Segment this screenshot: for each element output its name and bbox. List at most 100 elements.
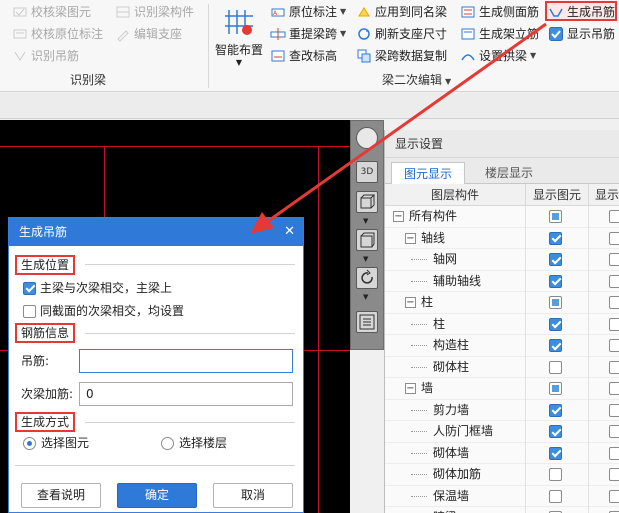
generate-erection-rebar-button[interactable]: 生成架立筋 (460, 24, 539, 44)
show-element-checkbox[interactable] (549, 425, 562, 438)
tab-floor-display[interactable]: 楼层显示 (473, 162, 545, 184)
identify-hanger-label: 识别吊筋 (31, 49, 80, 63)
rotate-caret-icon[interactable]: ▼ (363, 293, 368, 301)
tree-row[interactable]: − 柱 (385, 292, 619, 314)
edit-support-button[interactable]: 编辑支座 (115, 24, 182, 44)
show-element-checkbox[interactable] (549, 274, 562, 288)
tab-element-display[interactable]: 图元显示 (391, 162, 466, 184)
edit-support-icon (115, 26, 131, 42)
show-name-checkbox[interactable] (609, 425, 619, 438)
collapse-toggle-icon[interactable]: − (405, 383, 416, 394)
show-element-checkbox[interactable] (549, 382, 562, 395)
show-name-checkbox[interactable] (609, 274, 619, 288)
box-view-icon[interactable] (356, 229, 378, 251)
cube-view-icon[interactable] (356, 191, 378, 213)
set-arch-beam-button[interactable]: 设置拱梁 ▼ (460, 46, 536, 66)
ok-button[interactable]: 确定 (117, 483, 197, 508)
axis-line (0, 146, 350, 147)
box-view-caret-icon[interactable]: ▼ (363, 255, 368, 263)
show-element-checkbox[interactable] (549, 296, 562, 309)
group-expand-icon[interactable]: ▼ (445, 77, 451, 86)
tree-row[interactable]: 砌体加筋 (385, 464, 619, 486)
checkbox-checked-icon (548, 26, 564, 42)
show-element-checkbox[interactable] (549, 231, 562, 245)
show-name-checkbox[interactable] (609, 231, 619, 245)
smart-layout-button[interactable]: 智能布置 ▼ (213, 4, 265, 68)
view-3d-button[interactable]: 3D (356, 161, 378, 183)
show-name-checkbox[interactable] (609, 382, 619, 395)
refresh-support-size-button[interactable]: 刷新支座尺寸 (356, 24, 447, 44)
show-element-checkbox[interactable] (549, 446, 562, 460)
show-element-checkbox[interactable] (549, 210, 562, 223)
radio-select-element-label: 选择图元 (41, 436, 90, 450)
collapse-toggle-icon[interactable]: − (405, 232, 416, 244)
show-name-checkbox[interactable] (609, 339, 619, 352)
check-elevation-button[interactable]: 查改标高 (270, 46, 337, 66)
show-name-checkbox[interactable] (609, 317, 619, 331)
tree-row[interactable]: − 所有构件 (385, 206, 619, 228)
tree-row[interactable]: 构造柱 (385, 335, 619, 357)
cell-divider (525, 485, 526, 507)
hanger-input[interactable] (79, 349, 293, 373)
identify-hanger-button[interactable]: 识别吊筋 (12, 46, 79, 66)
tree-row[interactable]: 轴网 (385, 249, 619, 271)
collapse-toggle-icon[interactable]: − (405, 297, 416, 308)
tree-row[interactable]: 保温墙 (385, 485, 619, 507)
tree-row[interactable]: − 墙 (385, 378, 619, 400)
reextract-span-button[interactable]: 重提梁跨 ▼ (270, 24, 346, 44)
radio-select-floor[interactable]: 选择楼层 (161, 434, 227, 452)
apply-same-name-beam-label: 应用到同名梁 (375, 5, 448, 19)
header-show-element[interactable]: 显示图元 (525, 184, 588, 206)
show-name-checkbox[interactable] (609, 210, 619, 223)
tree-row[interactable]: 人防门框墙 (385, 421, 619, 443)
generate-hanger-button[interactable]: 生成吊筋 (548, 2, 615, 22)
show-element-checkbox[interactable] (549, 317, 562, 331)
main-secondary-intersect-option[interactable]: 主梁与次梁相交，主梁上 (23, 279, 172, 297)
show-element-checkbox[interactable] (549, 468, 562, 481)
apply-same-name-beam-button[interactable]: 应用到同名梁 (356, 2, 447, 22)
show-element-checkbox[interactable] (549, 360, 562, 374)
tree-row-label: 柱 (421, 295, 434, 309)
show-element-checkbox[interactable] (549, 339, 562, 352)
show-name-checkbox[interactable] (609, 403, 619, 417)
show-name-checkbox[interactable] (609, 468, 619, 481)
show-name-checkbox[interactable] (609, 446, 619, 460)
origin-annotation-button[interactable]: A 原位标注 ▼ (270, 2, 346, 22)
divider (85, 264, 295, 265)
cancel-button[interactable]: 取消 (213, 483, 293, 508)
tree-row[interactable]: − 轴线 (385, 227, 619, 249)
show-element-checkbox[interactable] (549, 489, 562, 503)
cube-view-caret-icon[interactable]: ▼ (363, 217, 368, 225)
cell-divider (525, 206, 526, 228)
radio-select-element[interactable]: 选择图元 (23, 434, 89, 452)
secondary-beam-rebar-input[interactable] (79, 382, 293, 406)
header-layer-component[interactable]: 图层构件 (385, 184, 525, 206)
generate-side-rebar-button[interactable]: 生成侧面筋 (460, 2, 539, 22)
check-beam-element-button[interactable]: 校核梁图元 (12, 2, 91, 22)
show-name-checkbox[interactable] (609, 253, 619, 266)
check-origin-annotation-button[interactable]: 校核原位标注 (12, 24, 103, 44)
show-name-checkbox[interactable] (609, 360, 619, 374)
show-hanger-checkbox[interactable]: 显示吊筋 (548, 24, 615, 44)
same-section-intersect-option[interactable]: 同截面的次梁相交，均设置 (23, 302, 184, 320)
tree-row[interactable]: 砌体墙 (385, 442, 619, 464)
tree-row[interactable]: 辅助轴线 (385, 270, 619, 292)
orbit-icon[interactable] (356, 127, 378, 149)
collapse-toggle-icon[interactable]: − (393, 211, 404, 222)
view-help-button[interactable]: 查看说明 (21, 483, 101, 508)
rotate-icon[interactable] (356, 267, 378, 289)
show-name-checkbox[interactable] (609, 296, 619, 309)
show-name-checkbox[interactable] (609, 489, 619, 503)
tree-row[interactable]: 剪力墙 (385, 399, 619, 421)
tree-row[interactable]: 砌体柱 (385, 356, 619, 378)
tree-row[interactable]: 柱 (385, 313, 619, 335)
identify-beam-component-button[interactable]: 识别梁构件 (115, 2, 194, 22)
copy-span-data-button[interactable]: 梁跨数据复制 (356, 46, 447, 66)
layer-panel-icon[interactable] (356, 311, 378, 333)
tree-row-label: 轴线 (421, 230, 446, 245)
show-element-checkbox[interactable] (549, 253, 562, 266)
show-element-checkbox[interactable] (549, 403, 562, 417)
close-icon[interactable]: ✕ (284, 218, 295, 246)
tree-row[interactable]: 暗梁 (385, 507, 619, 513)
header-show-name[interactable]: 显示名 (588, 184, 619, 206)
